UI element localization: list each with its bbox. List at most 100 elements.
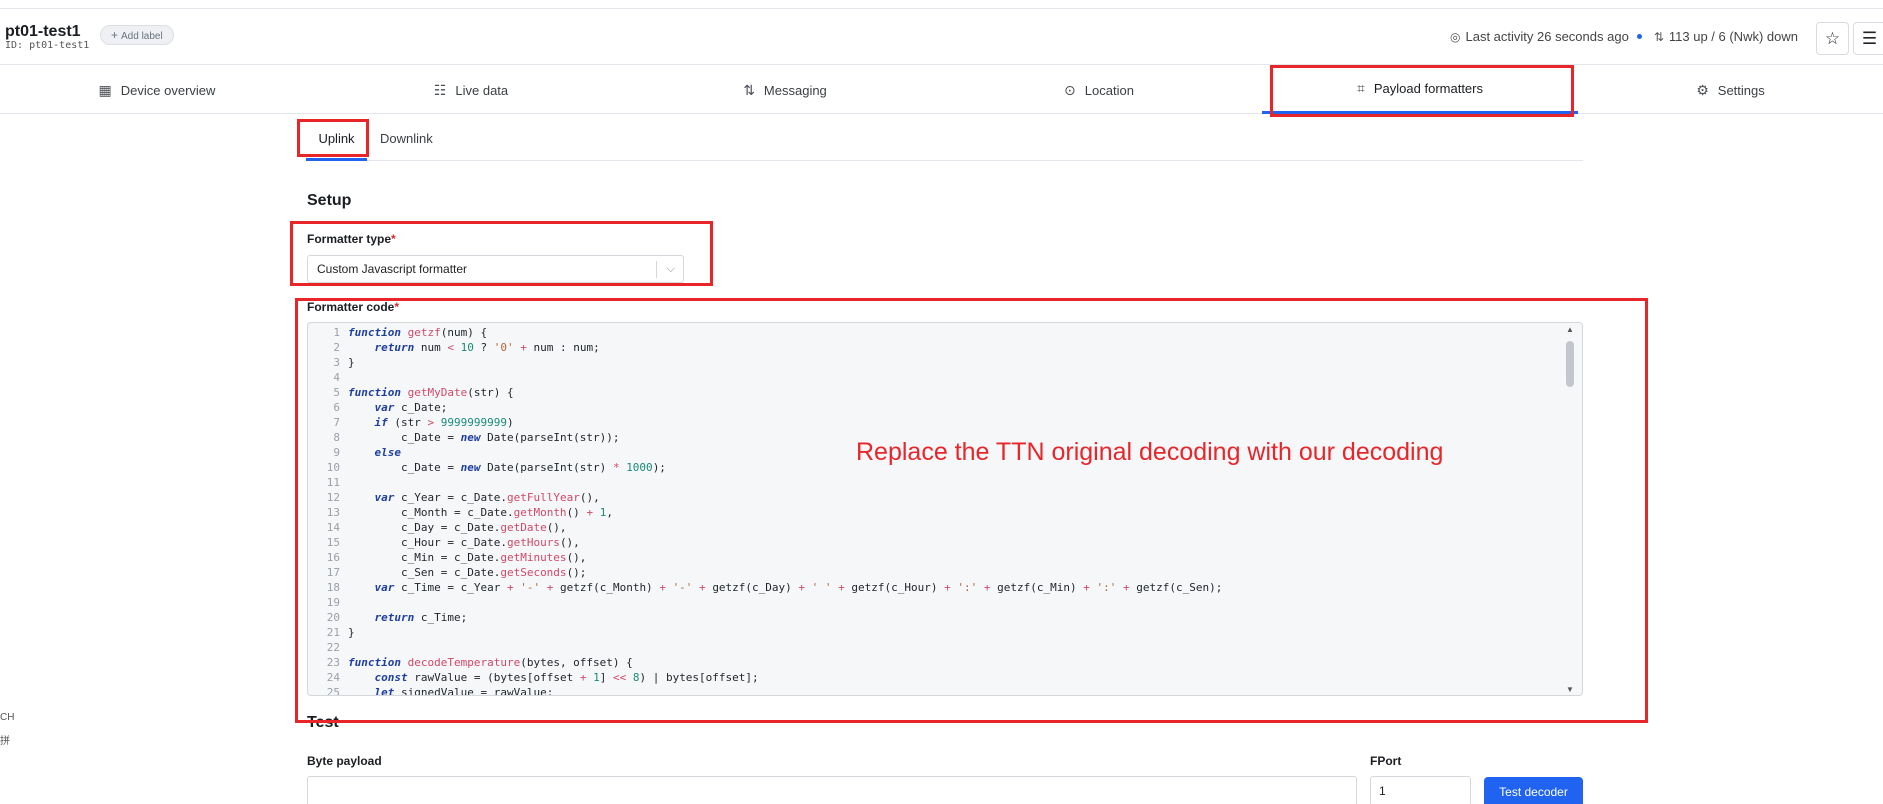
line-number: 13 [326,506,340,519]
code-line: 7 if (str > 9999999999) [308,415,1222,430]
activity-icon: ◎ [1450,29,1461,44]
formatter-type-value: Custom Javascript formatter [317,262,468,276]
line-number: 6 [333,401,340,414]
line-number: 25 [326,686,340,696]
line-number: 14 [326,521,340,534]
code-text: } [348,626,355,639]
code-line: 14 c_Day = c_Date.getDate(), [308,520,1222,535]
device-id: ID: pt01-test1 [5,40,90,51]
add-label-text: Add label [121,31,163,42]
side-fragment-pin: 拼 [0,736,10,747]
code-text: function decodeTemperature(bytes, offset… [348,656,633,669]
code-line: 22 [308,640,1222,655]
formatter-subtabs: Uplink Downlink [306,120,1583,161]
code-line: 18 var c_Time = c_Year + '-' + getzf(c_M… [308,580,1223,595]
fport-label: FPort [1370,754,1402,768]
code-text: return c_Time; [374,611,468,624]
tab-device-overview[interactable]: ▦ Device overview [0,66,314,114]
code-lines: 1 function getzf(num) {2 return num < 10 … [308,325,1223,696]
code-line: 2 return num < 10 ? '0' + num : num; [308,340,1222,355]
code-line: 12 var c_Year = c_Date.getFullYear(), [308,490,1222,505]
line-number: 9 [333,446,340,459]
tab-messaging[interactable]: ⇅ Messaging [628,66,942,114]
tab-live-data[interactable]: ☷ Live data [314,66,628,114]
line-number: 3 [333,356,340,369]
star-button[interactable]: ☆ [1816,22,1849,55]
device-tabs: ▦ Device overview ☷ Live data ⇅ Messaging ⊙… [0,66,1883,114]
device-header: pt01-test1 ID: pt01-test1 + Add label ◎ L… [0,9,1883,65]
device-status: ◎ Last activity 26 seconds ago ⇅ 113 up … [1450,29,1798,44]
up-down-arrows-icon: ⇅ [1653,29,1664,44]
code-text: function getMyDate(str) { [348,386,514,399]
code-text: let signedValue = rawValue; [374,686,554,696]
code-line: 3} [308,355,1222,370]
line-number: 11 [326,476,340,489]
code-text: else [374,446,402,459]
device-name: pt01-test1 [5,23,81,40]
tab-settings[interactable]: ⚙ Settings [1578,66,1883,114]
test-decoder-button[interactable]: Test decoder [1484,777,1583,804]
side-fragment-ch: CH [0,712,15,723]
scroll-down-icon[interactable]: ▼ [1566,685,1574,694]
line-number: 22 [326,641,340,654]
chevron-down-icon: ⌵ [666,263,675,275]
traffic-counter: 113 up / 6 (Nwk) down [1668,29,1798,44]
formatter-code-label-text: Formatter code [307,300,395,314]
line-number: 2 [333,341,340,354]
code-text: c_Min = c_Date.getMinutes(), [348,551,587,564]
byte-payload-input[interactable] [307,776,1357,804]
line-number: 19 [326,596,340,609]
subtab-downlink[interactable]: Downlink [368,120,445,161]
code-text: c_Sen = c_Date.getSeconds(); [348,566,587,579]
up-down-arrows-icon: ⇅ [743,81,755,98]
select-divider [656,261,657,278]
code-line: 5 function getMyDate(str) { [308,385,1222,400]
tab-payload-formatters[interactable]: ⌗ Payload formatters [1262,66,1578,114]
formatter-type-select[interactable]: Custom Javascript formatter ⌵ [307,255,684,283]
code-line: 16 c_Min = c_Date.getMinutes(), [308,550,1222,565]
menu-button[interactable]: ☰ [1853,22,1883,55]
editor-scrollbar-thumb[interactable] [1566,341,1574,387]
fport-input[interactable]: 1 [1370,776,1471,804]
subtab-uplink[interactable]: Uplink [306,120,367,161]
star-icon: ☆ [1824,28,1841,48]
last-activity: Last activity 26 seconds ago [1465,29,1629,44]
required-mark: * [394,300,400,314]
grid-icon: ▦ [98,81,112,98]
code-line: 6 var c_Date; [308,400,1222,415]
code-line: 15 c_Hour = c_Date.getHours(), [308,535,1222,550]
code-line: 4 [308,370,1222,385]
annotation-text: Replace the TTN original decoding with o… [856,438,1444,466]
line-number: 23 [326,656,340,669]
line-number: 16 [326,551,340,564]
code-text: c_Month = c_Date.getMonth() + 1, [348,506,613,519]
code-text: c_Day = c_Date.getDate(), [348,521,567,534]
code-text: } [348,356,355,369]
code-text: var c_Date; [374,401,448,414]
code-line: 21} [308,625,1222,640]
scroll-up-icon[interactable]: ▲ [1566,325,1574,334]
tab-label: Payload formatters [1373,81,1483,96]
formatter-code-label: Formatter code* [307,300,399,314]
line-number: 5 [333,386,340,399]
code-text: const rawValue = (bytes[offset + 1] << 8… [374,671,759,684]
code-line: 19 [308,595,1222,610]
line-number: 8 [333,431,340,444]
line-number: 12 [326,491,340,504]
code-text: return num < 10 ? '0' + num : num; [374,341,600,354]
code-line: 25 let signedValue = rawValue; [308,685,1222,696]
code-line: 20 return c_Time; [308,610,1222,625]
add-label-button[interactable]: + Add label [100,25,174,45]
code-text: var c_Year = c_Date.getFullYear(), [374,491,600,504]
code-line: 23 function decodeTemperature(bytes, offs… [308,655,1222,670]
code-text: if (str > 9999999999) [374,416,514,429]
line-number: 18 [326,581,340,594]
code-line: 17 c_Sen = c_Date.getSeconds(); [308,565,1222,580]
line-number: 4 [333,371,340,384]
tab-location[interactable]: ⊙ Location [942,66,1256,114]
line-number: 21 [326,626,340,639]
formatter-code-editor[interactable]: 1 function getzf(num) {2 return num < 10 … [307,322,1583,696]
code-line: 11 [308,475,1222,490]
plus-icon: + [111,28,119,42]
code-icon: ⌗ [1357,80,1365,96]
